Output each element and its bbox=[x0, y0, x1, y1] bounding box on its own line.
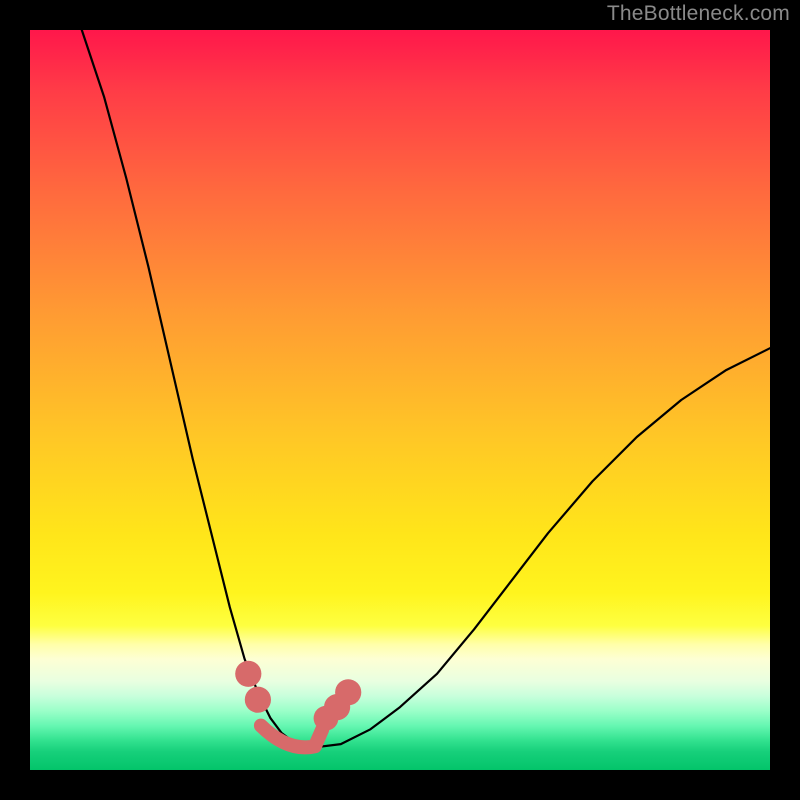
marker-dot-group bbox=[235, 661, 361, 731]
marker-dot bbox=[245, 687, 271, 713]
chart-frame: TheBottleneck.com bbox=[0, 0, 800, 800]
trough-cap bbox=[261, 726, 322, 748]
plot-area bbox=[30, 30, 770, 770]
marker-layer bbox=[30, 30, 770, 770]
watermark-text: TheBottleneck.com bbox=[607, 2, 790, 26]
marker-dot bbox=[335, 679, 361, 705]
marker-dot bbox=[235, 661, 261, 687]
